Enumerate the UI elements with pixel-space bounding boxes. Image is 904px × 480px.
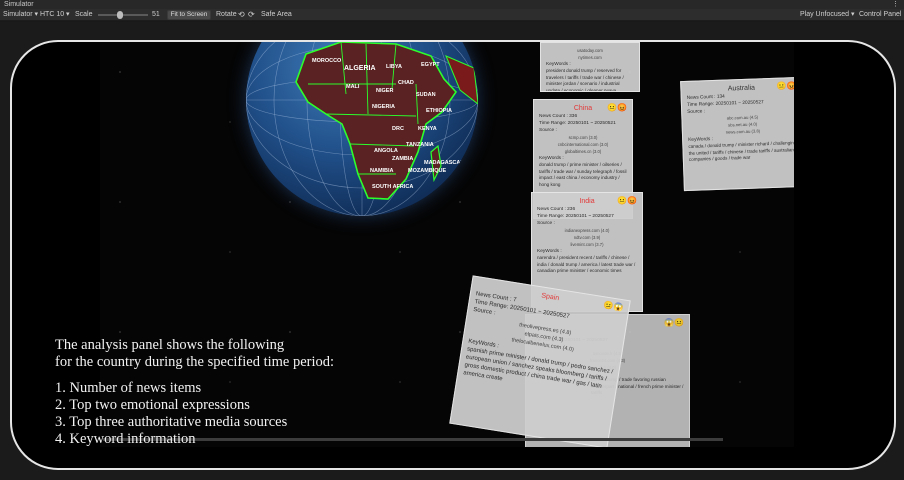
source-entry: nytimes.com: [578, 55, 602, 60]
source-label: Source :: [537, 221, 555, 226]
caption-item: 3. Top three authoritative media sources: [55, 414, 288, 430]
view-mode-dropdown[interactable]: Simulator ▾: [3, 9, 38, 21]
label-tanzania: TANZANIA: [406, 142, 434, 148]
window-titlebar: Simulator ⋮: [0, 0, 904, 9]
source-entry: indianexpress.com (4.0): [564, 228, 610, 233]
label-egypt: EGYPT: [421, 62, 440, 68]
label-madagascar: MADAGASCAR: [424, 160, 464, 166]
keywords-text: donald trump / prime minister / oilserie…: [539, 162, 627, 187]
label-niger: NIGER: [376, 88, 393, 94]
label-zambia: ZAMBIA: [392, 156, 413, 162]
more-options-icon[interactable]: ⋮: [892, 0, 900, 9]
country-panel-australia[interactable]: 😐😡 Australia News Count : 134 Time Range…: [680, 76, 794, 192]
rotate-label: Rotate: [216, 11, 237, 18]
caption-line: for the country during the specified tim…: [55, 354, 335, 370]
caption-item: 1. Number of news items: [55, 380, 202, 396]
label-kenya: KENYA: [418, 126, 437, 132]
time-range: Time Range: 20250101 ~ 20250521: [539, 121, 616, 126]
keywords-label: KeyWords :: [539, 156, 564, 161]
neutral-face-icon: 😐: [607, 103, 618, 112]
keywords-label: KeyWords :: [546, 62, 571, 67]
analysis-caption: The analysis panel shows the following f…: [55, 337, 334, 448]
simulator-viewport: MOROCCO ALGERIA LIBYA EGYPT SUDAN NIGER …: [0, 22, 904, 480]
scale-slider-thumb[interactable]: [117, 11, 123, 19]
caption-item: 4. Keyword information: [55, 431, 196, 447]
label-nigeria: NIGERIA: [372, 104, 395, 110]
rotate-left-icon[interactable]: ⟲: [238, 9, 245, 21]
emotion-icons: 😱😐: [664, 318, 684, 327]
angry-face-icon: 😡: [627, 196, 637, 205]
label-mali: MALI: [346, 84, 360, 90]
scale-label: Scale: [75, 11, 93, 18]
time-range: Time Range: 20250101 ~ 20250527: [537, 214, 614, 219]
label-namibia: NAMIBIA: [370, 168, 394, 174]
control-panel-button[interactable]: Control Panel: [859, 9, 901, 21]
label-ethiopia: ETHIOPIA: [426, 108, 452, 114]
emotion-icons: 😐😡: [607, 103, 627, 112]
device-dropdown[interactable]: HTC 10 ▾: [40, 9, 70, 21]
keywords-text: canada / donald trump / minister richard…: [688, 140, 794, 162]
keywords-label: KeyWords :: [537, 249, 562, 254]
fit-to-screen-button[interactable]: Fit to Screen: [167, 10, 211, 20]
scale-value: 51: [152, 11, 160, 18]
emotion-icons: 😐😡: [776, 81, 794, 91]
label-mozambique: MOZAMBIQUE: [408, 168, 447, 174]
safe-area-toggle[interactable]: Safe Area: [261, 9, 292, 21]
source-entry: globaltimes.cn (3.0): [564, 149, 602, 154]
device-frame: MOROCCO ALGERIA LIBYA EGYPT SUDAN NIGER …: [10, 40, 896, 470]
fearful-face-icon: 😱: [664, 318, 675, 327]
keywords-text: president donald trump / reserved for tr…: [546, 68, 624, 92]
label-morocco: MOROCCO: [312, 58, 342, 64]
label-sudan: SUDAN: [416, 92, 436, 98]
news-count: News Count : 236: [537, 207, 576, 212]
source-entry: cnbcinternational.com (3.0): [557, 142, 609, 147]
neutral-face-icon: 😐: [674, 318, 684, 327]
source-label: Source :: [539, 128, 557, 133]
country-panel-top[interactable]: usatoday.com nytimes.com KeyWords : pres…: [540, 42, 640, 92]
country-panel-spain[interactable]: 😐😱 Spain News Count : 7 Time Range: 2025…: [449, 275, 631, 447]
angry-face-icon: 😡: [786, 81, 794, 91]
rotate-right-icon[interactable]: ⟳: [248, 9, 255, 21]
label-libya: LIBYA: [386, 64, 402, 70]
label-algeria: ALGERIA: [344, 65, 376, 72]
keywords-text: narendra / president recent / tariffs / …: [537, 255, 636, 273]
neutral-face-icon: 😐: [776, 81, 787, 91]
source-entry: scmp.com (3.0): [568, 135, 598, 140]
label-angola: ANGOLA: [374, 148, 398, 154]
earth-globe[interactable]: MOROCCO ALGERIA LIBYA EGYPT SUDAN NIGER …: [246, 42, 478, 216]
fearful-face-icon: 😱: [612, 301, 625, 313]
label-drc: DRC: [392, 126, 404, 132]
angry-face-icon: 😡: [617, 103, 627, 112]
source-entry: usatoday.com: [577, 48, 603, 53]
window-title: Simulator: [4, 1, 34, 8]
play-mode-dropdown[interactable]: Play Unfocused ▾: [800, 9, 855, 21]
simulator-toolbar: Simulator ▾ HTC 10 ▾ Scale 51 Fit to Scr…: [0, 9, 904, 21]
neutral-face-icon: 😐: [617, 196, 628, 205]
label-south-africa: SOUTH AFRICA: [372, 184, 413, 190]
source-entry: livemint.com (3.7): [570, 242, 604, 247]
scale-slider-track[interactable]: [98, 14, 148, 16]
label-chad: CHAD: [398, 80, 414, 86]
emotion-icons: 😐😡: [617, 196, 637, 205]
source-entry: ndtv.com (3.9): [573, 235, 601, 240]
caption-item: 2. Top two emotional expressions: [55, 397, 250, 413]
news-count: News Count : 336: [539, 114, 578, 119]
caption-line: The analysis panel shows the following: [55, 337, 285, 353]
